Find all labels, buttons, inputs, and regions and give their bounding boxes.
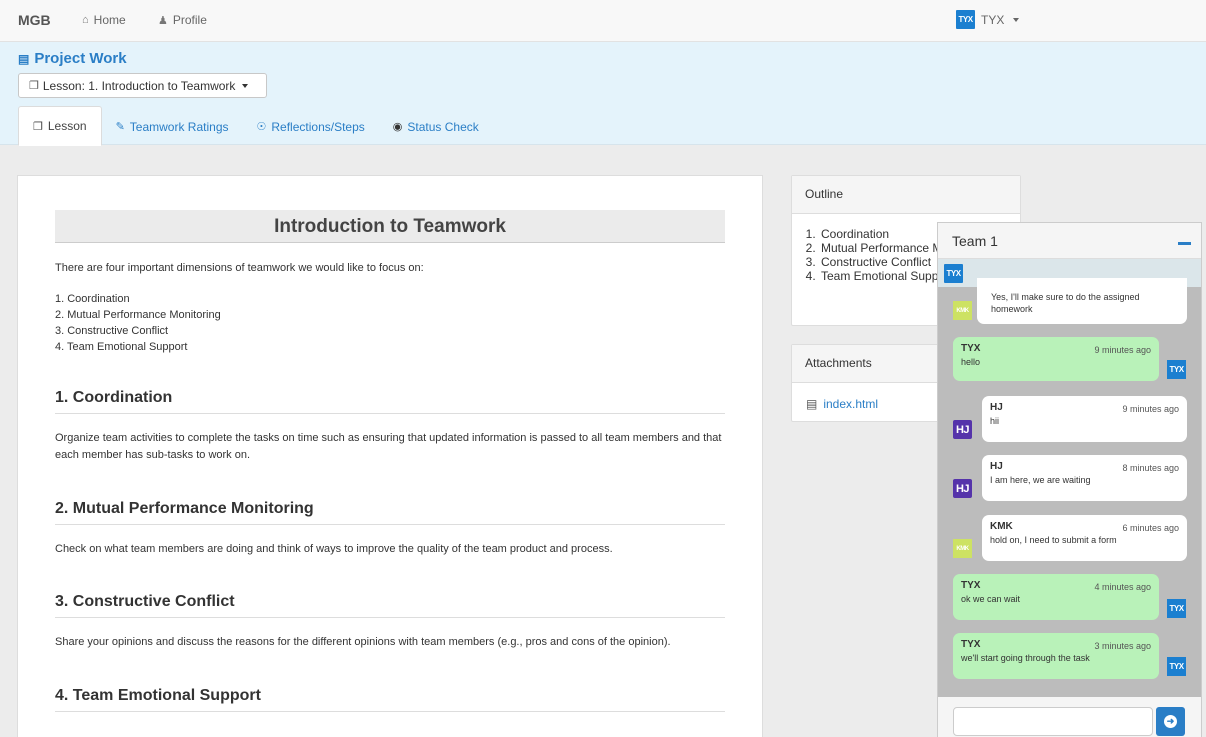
- message-time: 3 minutes ago: [1094, 641, 1151, 651]
- copy-icon: ❐: [33, 120, 43, 133]
- nav-profile-label: Profile: [172, 13, 207, 27]
- send-button[interactable]: ➜: [1156, 707, 1185, 736]
- section-heading: 4. Team Emotional Support: [55, 687, 725, 712]
- kmk-avatar: KMK: [953, 301, 972, 320]
- section-heading: 1. Coordination: [55, 389, 725, 414]
- message-text: I am here, we are waiting: [990, 475, 1091, 485]
- project-header: ▤ Project Work ❐ Lesson: 1. Introduction…: [0, 42, 1206, 146]
- lesson-dropdown-label: Lesson: 1. Introduction to Teamwork: [42, 78, 236, 93]
- section-body: Check on what team members are doing and…: [55, 543, 613, 555]
- message-text: we'll start going through the task: [961, 653, 1090, 663]
- outline-title: Outline: [792, 176, 1020, 214]
- message-text: hold on, I need to submit a form: [990, 535, 1117, 545]
- lesson-dropdown[interactable]: ❐ Lesson: 1. Introduction to Teamwork: [18, 73, 267, 98]
- chat-message: TYX 4 minutes ago ok we can wait: [953, 574, 1159, 620]
- lesson-intro: There are four important dimensions of t…: [55, 262, 424, 274]
- message-time: 9 minutes ago: [1094, 345, 1151, 355]
- nav-home-link[interactable]: ⌂ Home: [82, 13, 126, 27]
- lightbulb-icon: ☉: [256, 121, 267, 133]
- edit-icon: ✎: [115, 121, 125, 133]
- tab-status-check-label: Status Check: [407, 119, 479, 134]
- tab-lesson[interactable]: ❐ Lesson: [18, 106, 102, 146]
- user-menu[interactable]: TYX TYX: [956, 10, 1020, 29]
- chat-message: HJ 9 minutes ago hii: [982, 396, 1187, 442]
- kmk-avatar: KMK: [953, 539, 972, 558]
- user-avatar: TYX: [956, 10, 975, 29]
- lesson-list-item: 4. Team Emotional Support: [55, 341, 188, 353]
- member-avatar: TYX: [944, 264, 963, 283]
- tyx-avatar: TYX: [1167, 657, 1186, 676]
- tab-reflections-label: Reflections/Steps: [271, 119, 365, 134]
- message-text: Yes, I'll make sure to do the assigned h…: [991, 292, 1140, 314]
- message-text: ok we can wait: [961, 594, 1021, 604]
- message-text: hii: [990, 416, 1000, 426]
- chat-message-input[interactable]: [953, 707, 1153, 736]
- lesson-list: 1. Coordination 2. Mutual Performance Mo…: [55, 291, 725, 355]
- tab-reflections[interactable]: ☉ Reflections/Steps: [243, 107, 379, 146]
- copy-icon: ❐: [29, 80, 39, 92]
- minimize-icon[interactable]: [1178, 242, 1191, 245]
- top-navbar: MGB ⌂ Home ♟ Profile TYX TYX: [0, 0, 1206, 42]
- tab-teamwork-ratings[interactable]: ✎ Teamwork Ratings: [102, 107, 243, 146]
- nav-home-label: Home: [93, 13, 126, 27]
- section-heading: 3. Constructive Conflict: [55, 593, 725, 618]
- chat-message: HJ 8 minutes ago I am here, we are waiti…: [982, 455, 1187, 501]
- lesson-list-item: 2. Mutual Performance Monitoring: [55, 309, 221, 321]
- user-name: TYX: [981, 12, 1005, 27]
- nav-profile-link[interactable]: ♟ Profile: [158, 13, 207, 27]
- message-time: 6 minutes ago: [1122, 523, 1179, 533]
- page-title: ▤ Project Work: [18, 50, 127, 67]
- message-time: 9 minutes ago: [1122, 404, 1179, 414]
- section-body: Share your opinions and discuss the reas…: [55, 636, 671, 648]
- chat-message: KMK 6 minutes ago hold on, I need to sub…: [982, 515, 1187, 561]
- section-heading: 2. Mutual Performance Monitoring: [55, 500, 725, 525]
- section-body: Organize team activities to complete the…: [55, 432, 722, 461]
- hj-avatar: HJ: [953, 420, 972, 439]
- chevron-down-icon: [1013, 17, 1020, 22]
- chat-header: Team 1: [938, 223, 1201, 259]
- hj-avatar: HJ: [953, 479, 972, 498]
- chat-message: TYX 3 minutes ago we'll start going thro…: [953, 633, 1159, 679]
- chat-message: Yes, I'll make sure to do the assigned h…: [977, 278, 1187, 324]
- file-icon: ▤: [806, 397, 818, 411]
- book-icon: ▤: [18, 51, 30, 66]
- lesson-list-item: 1. Coordination: [55, 293, 130, 305]
- brand-logo[interactable]: MGB: [18, 12, 51, 28]
- attachment-link[interactable]: index.html: [823, 397, 878, 411]
- dashboard-icon: ◉: [392, 121, 403, 133]
- tab-lesson-label: Lesson: [47, 119, 87, 133]
- chevron-down-icon: [242, 83, 249, 88]
- tab-bar: ❐ Lesson ✎ Teamwork Ratings ☉ Reflection…: [18, 106, 493, 146]
- message-time: 8 minutes ago: [1122, 463, 1179, 473]
- message-text: hello: [961, 357, 981, 367]
- tab-status-check[interactable]: ◉ Status Check: [379, 107, 493, 146]
- chat-window: Team 1 TYX Yes, I'll make sure to do the…: [937, 222, 1202, 737]
- chat-message: TYX 9 minutes ago hello: [953, 337, 1159, 381]
- lesson-content: Introduction to Teamwork There are four …: [17, 175, 763, 737]
- lesson-list-item: 3. Constructive Conflict: [55, 325, 169, 337]
- home-icon: ⌂: [82, 14, 89, 26]
- tyx-avatar: TYX: [1167, 360, 1186, 379]
- user-icon: ♟: [158, 14, 168, 27]
- tab-teamwork-ratings-label: Teamwork Ratings: [129, 119, 229, 134]
- tyx-avatar: TYX: [1167, 599, 1186, 618]
- arrow-right-icon: ➜: [1164, 715, 1177, 728]
- lesson-title: Introduction to Teamwork: [55, 210, 725, 243]
- message-time: 4 minutes ago: [1094, 582, 1151, 592]
- page-title-text: Project Work: [34, 50, 127, 67]
- chat-title: Team 1: [952, 233, 998, 249]
